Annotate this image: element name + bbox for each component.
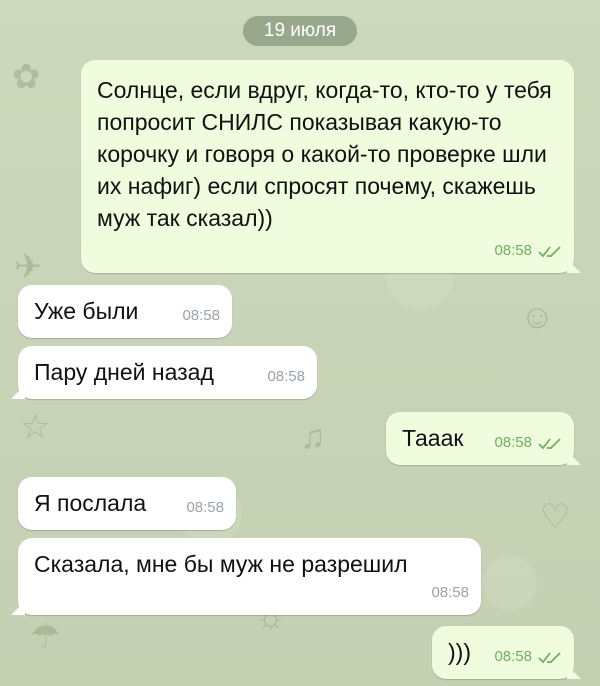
message-meta: 08:58 (431, 577, 469, 609)
heart-doodle-icon: ♡ (540, 498, 571, 536)
message-bubble-incoming[interactable]: Уже были 08:58 (18, 285, 232, 338)
message-text: ))) (448, 639, 471, 665)
read-double-check-icon (538, 652, 561, 664)
message-bubble-incoming[interactable]: Пару дней назад 08:58 (11, 346, 317, 399)
message-text: Сказала, мне бы муж не разрешил (34, 551, 408, 577)
date-separator: 19 июля (243, 16, 357, 46)
message-time: 08:58 (431, 584, 469, 601)
flower-doodle-icon: ✿ (12, 58, 41, 96)
paper-plane-doodle-icon: ✈ (14, 248, 43, 286)
message-time: 08:58 (494, 434, 532, 451)
star-doodle-icon: ☆ (20, 408, 51, 446)
message-text: Уже были (34, 298, 139, 324)
message-time: 08:58 (494, 648, 532, 665)
message-time: 08:58 (182, 307, 220, 324)
read-double-check-icon (538, 246, 561, 258)
message-text: Пару дней назад (34, 359, 214, 385)
message-meta: 08:58 (494, 427, 562, 459)
message-meta: 08:58 (494, 641, 562, 673)
umbrella-doodle-icon: ☂ (30, 618, 61, 656)
message-time: 08:58 (186, 499, 224, 516)
message-meta: 08:58 (267, 361, 305, 393)
cat-doodle-icon: ☺ (520, 298, 555, 336)
message-bubble-outgoing[interactable]: Тааак 08:58 (386, 412, 581, 465)
message-bubble-incoming[interactable]: Сказала, мне бы муж не разрешил 08:58 (11, 538, 481, 615)
message-time: 08:58 (494, 242, 532, 259)
message-text: Я послала (34, 490, 147, 516)
message-text: Тааак (402, 425, 464, 451)
read-double-check-icon (538, 438, 561, 450)
message-bubble-incoming[interactable]: Я послала 08:58 (18, 477, 236, 530)
date-label: 19 июля (263, 20, 337, 41)
message-bubble-outgoing[interactable]: ))) 08:58 (432, 626, 581, 679)
message-meta: 08:58 (186, 492, 224, 524)
message-bubble-outgoing[interactable]: Солнце, если вдруг, когда-то, кто-то у т… (81, 60, 581, 273)
message-time: 08:58 (267, 368, 305, 385)
message-meta: 08:58 (494, 235, 562, 267)
music-doodle-icon: ♫ (300, 418, 326, 456)
message-meta: 08:58 (182, 300, 220, 332)
message-text: Солнце, если вдруг, когда-то, кто-то у т… (97, 77, 552, 231)
